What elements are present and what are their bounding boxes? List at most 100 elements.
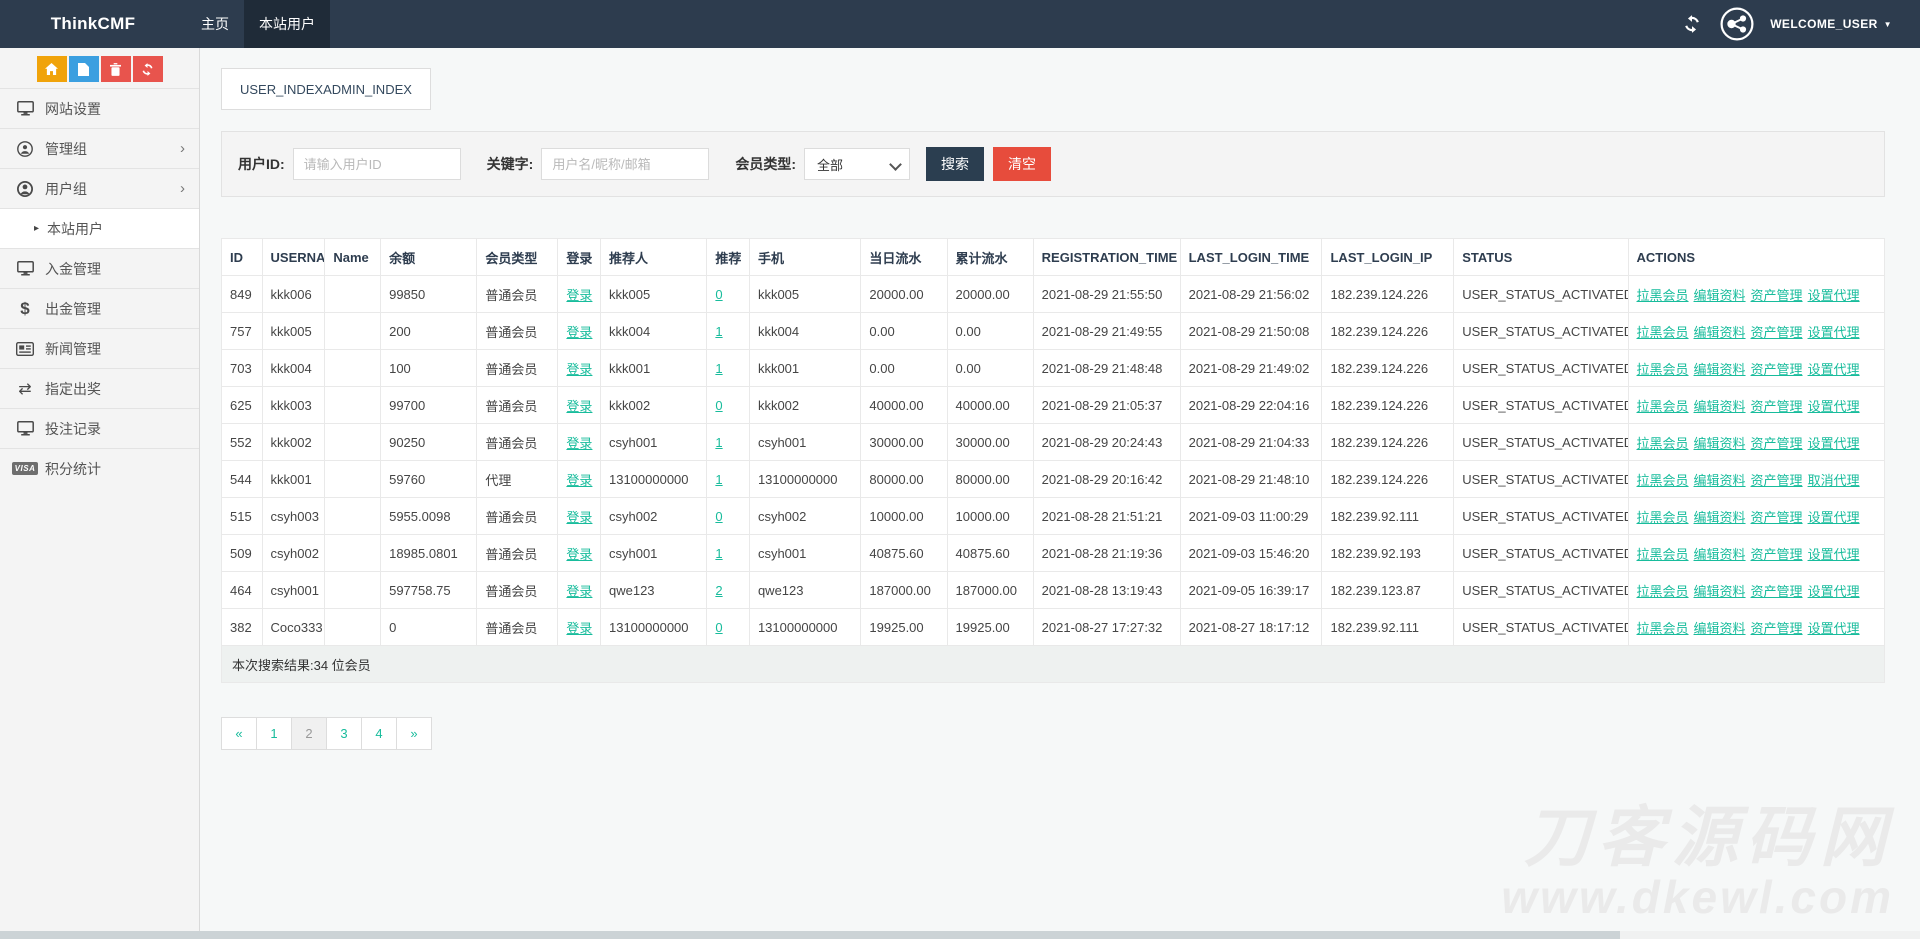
action-link[interactable]: 资产管理 xyxy=(1751,584,1803,599)
action-link[interactable]: 资产管理 xyxy=(1751,621,1803,636)
referrals-link[interactable]: 0 xyxy=(715,287,722,302)
action-link[interactable]: 编辑资料 xyxy=(1694,510,1746,525)
action-link[interactable]: 资产管理 xyxy=(1751,325,1803,340)
referrals-link[interactable]: 0 xyxy=(715,398,722,413)
login-link[interactable]: 登录 xyxy=(566,547,592,562)
login-link[interactable]: 登录 xyxy=(566,399,592,414)
referrals-link[interactable]: 1 xyxy=(715,324,722,339)
user-menu[interactable]: WELCOME_USER ▼ xyxy=(1770,17,1892,31)
topnav-item-1[interactable]: 主页 xyxy=(186,0,244,48)
action-link[interactable]: 编辑资料 xyxy=(1694,325,1746,340)
action-link[interactable]: 设置代理 xyxy=(1808,288,1860,303)
action-link[interactable]: 拉黑会员 xyxy=(1637,399,1689,414)
user-id-input[interactable] xyxy=(293,148,461,180)
action-link[interactable]: 设置代理 xyxy=(1808,399,1860,414)
search-button[interactable]: 搜索 xyxy=(926,147,984,181)
sidebar-item-用户组[interactable]: 用户组› xyxy=(0,168,199,208)
action-link[interactable]: 资产管理 xyxy=(1751,399,1803,414)
referrals-link[interactable]: 1 xyxy=(715,361,722,376)
action-link[interactable]: 设置代理 xyxy=(1808,325,1860,340)
action-link[interactable]: 拉黑会员 xyxy=(1637,436,1689,451)
login-link[interactable]: 登录 xyxy=(566,436,592,451)
action-link[interactable]: 资产管理 xyxy=(1751,473,1803,488)
trash-icon xyxy=(110,63,121,76)
referrals-link[interactable]: 1 xyxy=(715,435,722,450)
action-link[interactable]: 拉黑会员 xyxy=(1637,473,1689,488)
action-link[interactable]: 资产管理 xyxy=(1751,510,1803,525)
page-item-3[interactable]: 3 xyxy=(326,717,362,750)
sidebar-item-新闻管理[interactable]: 新闻管理 xyxy=(0,328,199,368)
page-item-4[interactable]: 4 xyxy=(361,717,397,750)
member-type-select[interactable]: 全部 xyxy=(804,148,910,180)
clear-button[interactable]: 清空 xyxy=(993,147,1051,181)
action-link[interactable]: 拉黑会员 xyxy=(1637,621,1689,636)
app-brand[interactable]: ThinkCMF xyxy=(0,0,186,48)
page-item-2[interactable]: 2 xyxy=(291,717,327,750)
cell-phone: kkk005 xyxy=(749,276,860,313)
sidebar-item-入金管理[interactable]: 入金管理 xyxy=(0,248,199,288)
login-link[interactable]: 登录 xyxy=(566,362,592,377)
referrals-link[interactable]: 0 xyxy=(715,509,722,524)
action-link[interactable]: 取消代理 xyxy=(1808,473,1860,488)
action-link[interactable]: 设置代理 xyxy=(1808,510,1860,525)
action-link[interactable]: 设置代理 xyxy=(1808,584,1860,599)
action-link[interactable]: 拉黑会员 xyxy=(1637,547,1689,562)
sidebar-item-积分统计[interactable]: VISA积分统计 xyxy=(0,448,199,488)
action-link[interactable]: 资产管理 xyxy=(1751,547,1803,562)
referrals-link[interactable]: 0 xyxy=(715,620,722,635)
tab-user-index[interactable]: USER_INDEXADMIN_INDEX xyxy=(221,68,431,110)
action-link[interactable]: 资产管理 xyxy=(1751,362,1803,377)
home-button[interactable] xyxy=(37,56,67,82)
sidebar-item-出金管理[interactable]: $出金管理 xyxy=(0,288,199,328)
action-link[interactable]: 拉黑会员 xyxy=(1637,362,1689,377)
refresh-icon[interactable] xyxy=(1680,12,1704,36)
login-link[interactable]: 登录 xyxy=(566,473,592,488)
action-link[interactable]: 设置代理 xyxy=(1808,621,1860,636)
page-item-«[interactable]: « xyxy=(221,717,257,750)
action-link[interactable]: 设置代理 xyxy=(1808,362,1860,377)
page-item-1[interactable]: 1 xyxy=(256,717,292,750)
submenu-caret-icon: ▸ xyxy=(34,223,39,234)
keyword-input[interactable] xyxy=(541,148,709,180)
login-link[interactable]: 登录 xyxy=(566,621,592,636)
action-link[interactable]: 设置代理 xyxy=(1808,547,1860,562)
action-link[interactable]: 资产管理 xyxy=(1751,288,1803,303)
sidebar-item-投注记录[interactable]: 投注记录 xyxy=(0,408,199,448)
action-link[interactable]: 编辑资料 xyxy=(1694,584,1746,599)
action-link[interactable]: 编辑资料 xyxy=(1694,473,1746,488)
action-link[interactable]: 编辑资料 xyxy=(1694,621,1746,636)
cell-actions: 拉黑会员编辑资料资产管理设置代理 xyxy=(1628,498,1884,535)
action-link[interactable]: 资产管理 xyxy=(1751,436,1803,451)
sidebar-item-管理组[interactable]: 管理组› xyxy=(0,128,199,168)
action-link[interactable]: 编辑资料 xyxy=(1694,399,1746,414)
cell-phone: qwe123 xyxy=(749,572,860,609)
login-link[interactable]: 登录 xyxy=(566,584,592,599)
trash-button[interactable] xyxy=(101,56,131,82)
sidebar-item-指定出奖[interactable]: ⇄指定出奖 xyxy=(0,368,199,408)
topnav-item-2[interactable]: 本站用户 xyxy=(244,0,330,48)
action-link[interactable]: 编辑资料 xyxy=(1694,362,1746,377)
login-link[interactable]: 登录 xyxy=(566,510,592,525)
login-link[interactable]: 登录 xyxy=(566,325,592,340)
cell-actions: 拉黑会员编辑资料资产管理设置代理 xyxy=(1628,276,1884,313)
scrollbar-thumb[interactable] xyxy=(0,931,1620,939)
sidebar-item-网站设置[interactable]: 网站设置 xyxy=(0,88,199,128)
login-link[interactable]: 登录 xyxy=(566,288,592,303)
referrals-link[interactable]: 1 xyxy=(715,546,722,561)
action-link[interactable]: 编辑资料 xyxy=(1694,547,1746,562)
referrals-link[interactable]: 1 xyxy=(715,472,722,487)
action-link[interactable]: 拉黑会员 xyxy=(1637,584,1689,599)
action-link[interactable]: 设置代理 xyxy=(1808,436,1860,451)
action-link[interactable]: 拉黑会员 xyxy=(1637,325,1689,340)
recycle-button[interactable] xyxy=(133,56,163,82)
col-header-balance: 余额 xyxy=(381,239,477,276)
action-link[interactable]: 拉黑会员 xyxy=(1637,288,1689,303)
action-link[interactable]: 编辑资料 xyxy=(1694,288,1746,303)
action-link[interactable]: 编辑资料 xyxy=(1694,436,1746,451)
referrals-link[interactable]: 2 xyxy=(715,583,722,598)
file-button[interactable] xyxy=(69,56,99,82)
sidebar-item-本站用户[interactable]: ▸本站用户 xyxy=(0,208,199,248)
avatar[interactable] xyxy=(1720,7,1754,41)
action-link[interactable]: 拉黑会员 xyxy=(1637,510,1689,525)
page-item-»[interactable]: » xyxy=(396,717,432,750)
